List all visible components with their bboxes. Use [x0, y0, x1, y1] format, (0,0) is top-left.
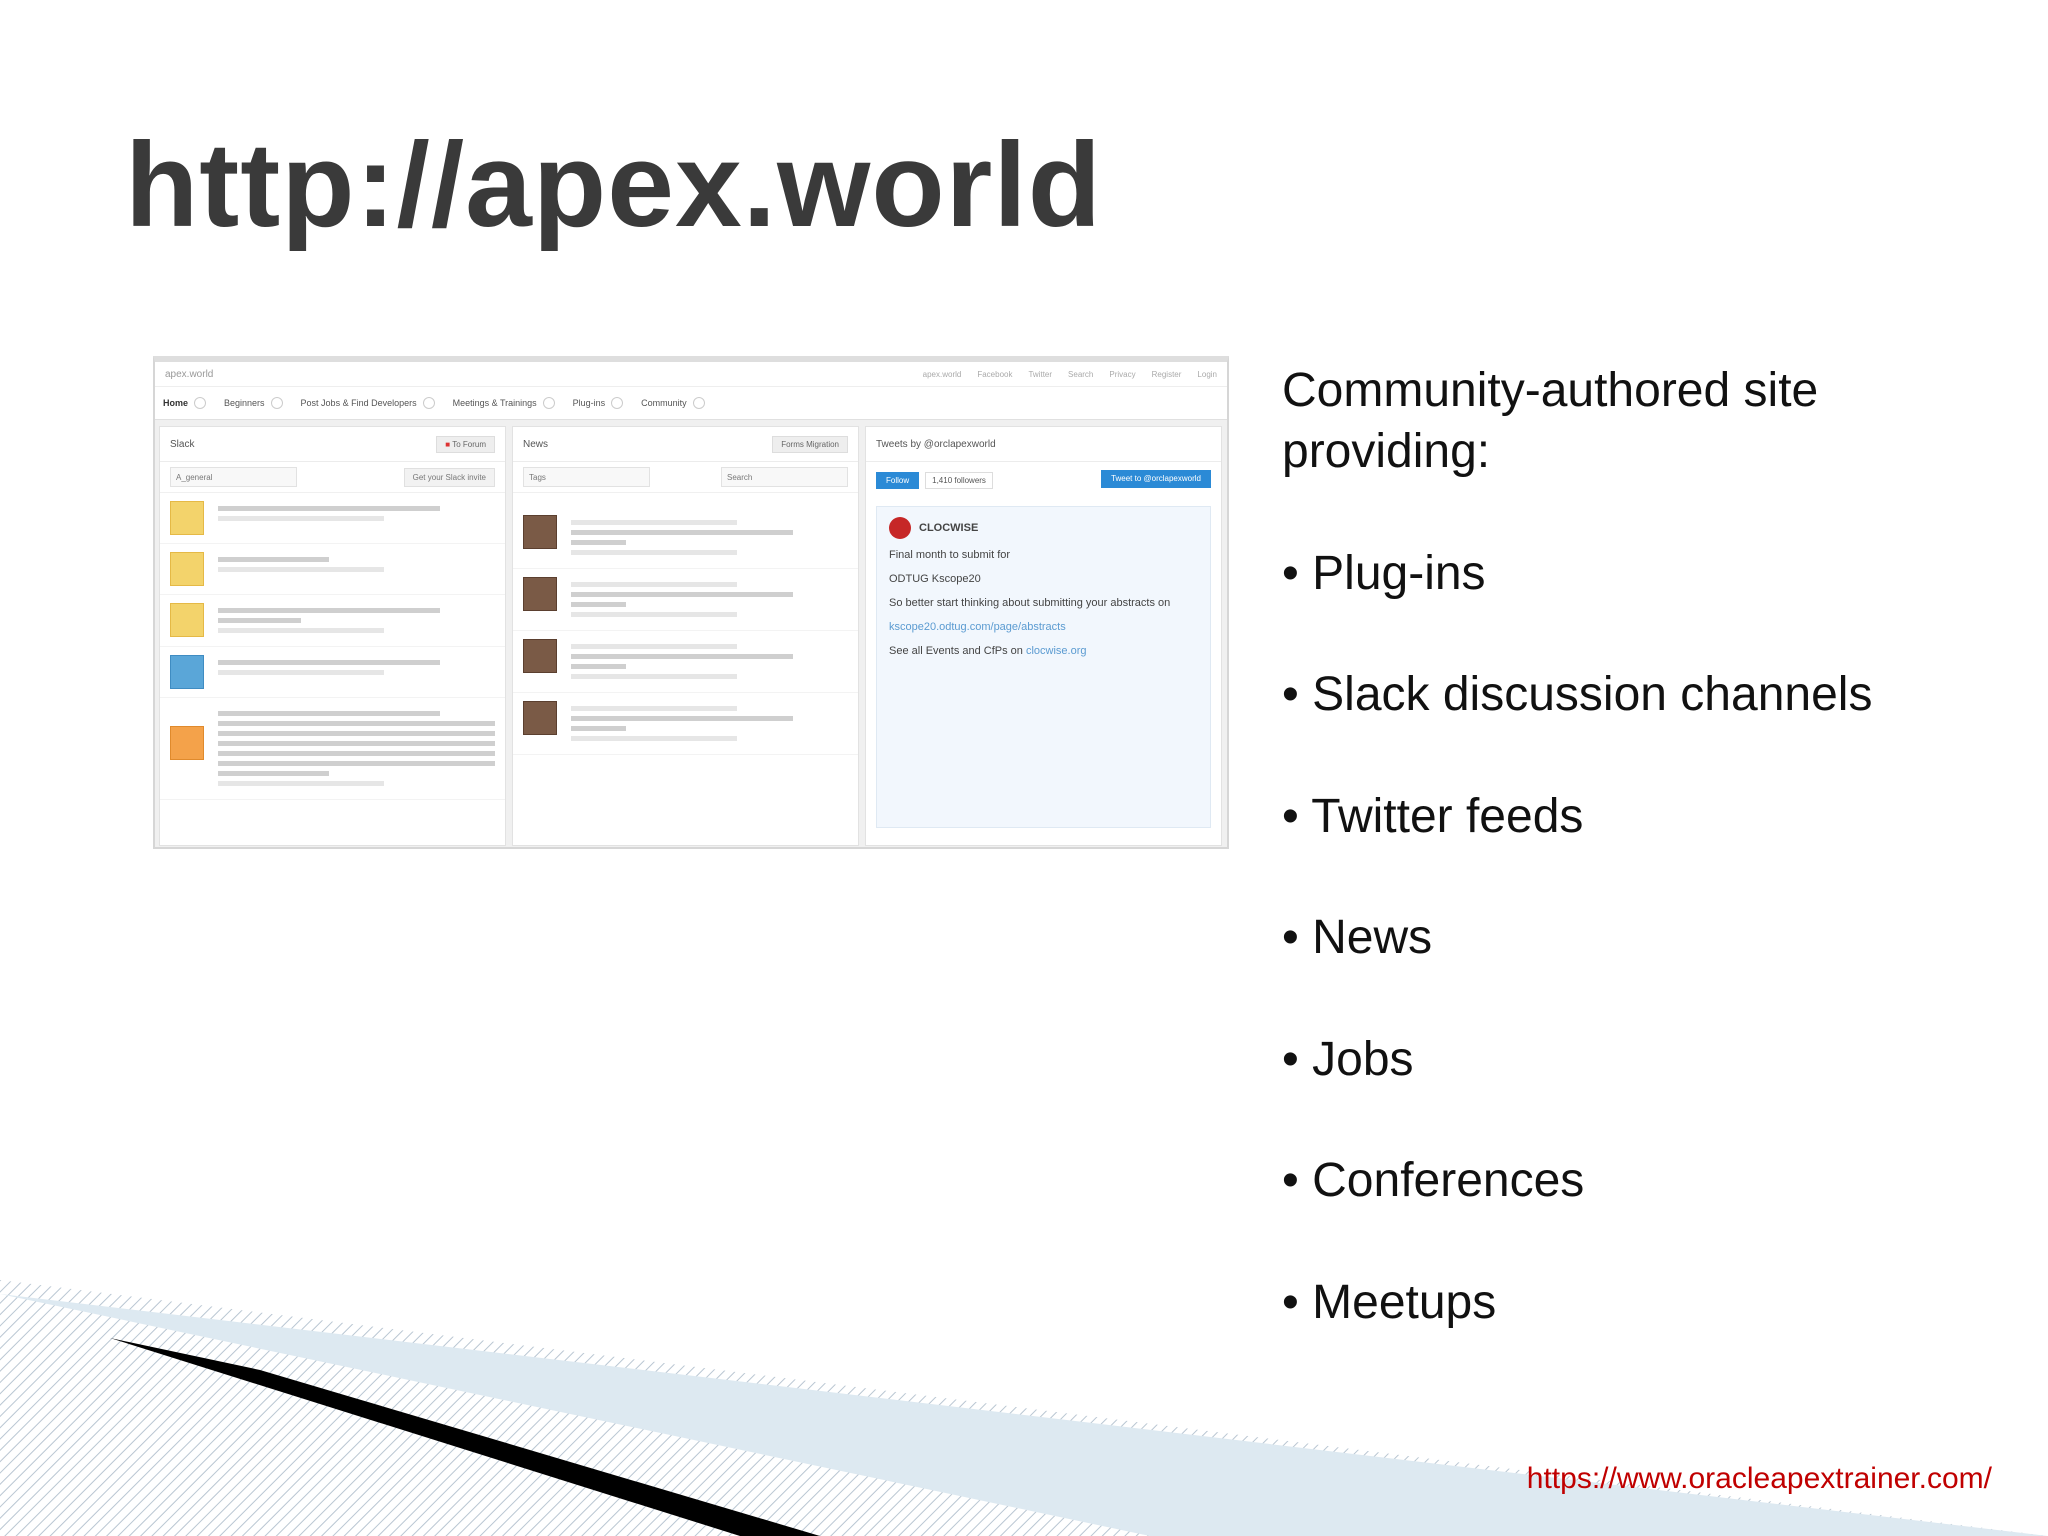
screenshot-top-link: Facebook — [977, 369, 1013, 379]
news-search-input: Search — [721, 467, 848, 487]
bullet-item: Slack discussion channels — [1282, 664, 2022, 725]
tweet-line: ODTUG Kscope20 — [889, 573, 981, 585]
bullet-item: News — [1282, 907, 2022, 968]
intro-text: Community-authored site providing: — [1282, 364, 1819, 479]
twitter-actions: Follow 1,410 followers Tweet to @orclapex… — [866, 462, 1221, 496]
news-item — [513, 507, 858, 569]
tweet-line: Final month to submit for — [889, 549, 1011, 561]
screenshot-nav-item: Community — [641, 397, 705, 409]
tweet-link: kscope20.odtug.com/page/abstracts — [889, 621, 1066, 633]
news-tags-input: Tags — [523, 467, 650, 487]
screenshot-nav-item: Post Jobs & Find Developers — [301, 397, 435, 409]
tweet-author: CLOCWISE — [919, 522, 979, 534]
footer-url[interactable]: https://www.oracleapextrainer.com/ — [1527, 1462, 1992, 1496]
screenshot-brand: apex.world — [165, 368, 214, 380]
screenshot-top-link: Login — [1197, 369, 1217, 379]
tweet-card: CLOCWISE Final month to submit for ODTUG… — [876, 506, 1211, 828]
news-item — [513, 569, 858, 631]
avatar — [523, 639, 557, 673]
tweet-avatar — [889, 517, 911, 539]
slack-message — [160, 647, 505, 698]
twitter-header: Tweets by @orclapexworld — [866, 427, 1221, 462]
avatar — [523, 577, 557, 611]
tweet-line: See all Events and CfPs on — [889, 645, 1023, 657]
twitter-heading: Tweets by @orclapexworld — [876, 438, 996, 450]
slide-title: http://apex.world — [125, 118, 1102, 252]
screenshot-top-link: apex.world — [922, 369, 962, 379]
bullet-list: Community-authored site providing: Plug-… — [1282, 360, 2022, 1393]
tweet-link: clocwise.org — [1025, 645, 1087, 657]
avatar — [170, 501, 204, 535]
screenshot-nav-item: Plug-ins — [573, 397, 624, 409]
news-filter-row: Tags Search — [513, 462, 858, 493]
followers-count: 1,410 followers — [925, 472, 993, 489]
avatar — [170, 655, 204, 689]
avatar — [170, 603, 204, 637]
to-forum-button: To Forum — [436, 435, 495, 453]
bullet-item: Plug-ins — [1282, 543, 2022, 604]
screenshot-top-link: Privacy — [1109, 369, 1136, 379]
screenshot-top-link: Search — [1068, 369, 1094, 379]
forms-migration-button: Forms Migration — [772, 435, 848, 453]
screenshot-topbar: apex.world apex.world Facebook Twitter S… — [155, 362, 1227, 386]
news-header: News Forms Migration — [513, 427, 858, 462]
slack-message — [160, 493, 505, 544]
apex-world-screenshot: apex.world apex.world Facebook Twitter S… — [153, 356, 1229, 849]
news-item — [513, 631, 858, 693]
bullet-item: Jobs — [1282, 1029, 2022, 1090]
bullet-item: Twitter feeds — [1282, 786, 2022, 847]
screenshot-nav-item: Home — [163, 397, 206, 409]
screenshot-top-link: Register — [1151, 369, 1182, 379]
avatar — [170, 726, 204, 760]
slack-channel-select: A_general — [170, 467, 297, 487]
screenshot-nav-item: Meetings & Trainings — [453, 397, 555, 409]
screenshot-navbar: Home Beginners Post Jobs & Find Develope… — [155, 386, 1227, 420]
follow-button: Follow — [876, 472, 920, 489]
news-panel: News Forms Migration Tags Search — [512, 426, 859, 846]
slack-header: Slack To Forum — [160, 427, 505, 462]
slack-message — [160, 544, 505, 595]
avatar — [170, 552, 204, 586]
slack-filter-row: A_general Get your Slack invite — [160, 462, 505, 493]
screenshot-top-link: Twitter — [1028, 369, 1053, 379]
bullet-item: Conferences — [1282, 1150, 2022, 1211]
slack-message — [160, 698, 505, 800]
twitter-panel: Tweets by @orclapexworld Follow 1,410 fol… — [865, 426, 1222, 846]
screenshot-nav-item: Beginners — [224, 397, 283, 409]
news-heading: News — [523, 438, 549, 450]
slack-message — [160, 595, 505, 647]
news-item — [513, 693, 858, 755]
avatar — [523, 701, 557, 735]
slack-invite-button: Get your Slack invite — [403, 467, 495, 487]
tweet-line: So better start thinking about submittin… — [889, 597, 1171, 609]
decorative-swoosh — [0, 1280, 2048, 1536]
tweet-to-button: Tweet to @orclapexworld — [1101, 470, 1211, 488]
slack-panel: Slack To Forum A_general Get your Slack … — [159, 426, 506, 846]
slack-heading: Slack — [170, 438, 195, 450]
avatar — [523, 515, 557, 549]
